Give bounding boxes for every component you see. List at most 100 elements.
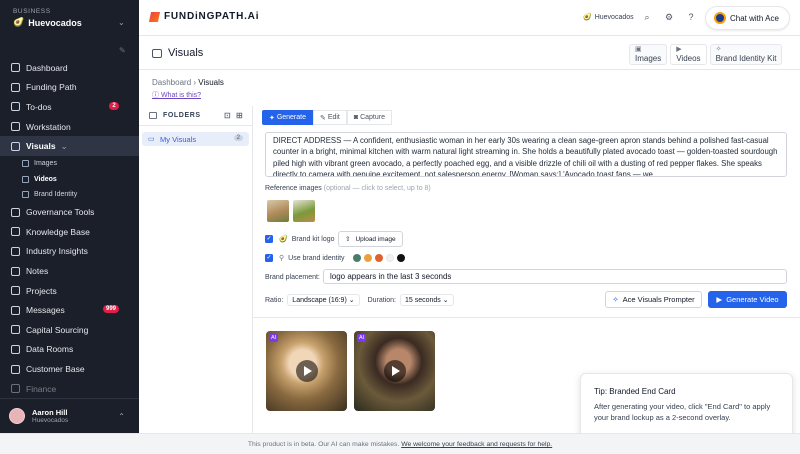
user-menu[interactable]: Aaron Hill Huevocados ⌃ — [0, 398, 139, 433]
user-name: Aaron Hill — [32, 408, 68, 417]
prompt-textarea[interactable]: DIRECT ADDRESS — A confident, enthusiast… — [265, 132, 787, 177]
notes-icon — [11, 266, 20, 276]
sidebar-item-workstation[interactable]: Workstation — [0, 117, 139, 137]
collapse-sidebar-icon[interactable]: ✎ — [119, 46, 126, 55]
tab-label: Generate — [276, 114, 306, 121]
ratio-label: Ratio: — [265, 296, 284, 304]
help-icon[interactable]: ? — [686, 12, 696, 22]
upload-label: Upload image — [355, 235, 396, 243]
folders-panel: FOLDERS ⊡ ⊞ ▭ My Visuals 2 — [139, 106, 253, 433]
prompter-label: Ace Visuals Prompter — [622, 295, 695, 304]
logo-mark-icon — [148, 11, 161, 22]
folder-item-my-visuals[interactable]: ▭ My Visuals 2 — [142, 132, 249, 146]
divider — [253, 317, 800, 318]
search-icon[interactable]: ⌕ — [642, 12, 652, 22]
sidebar-item-label: Workstation — [26, 121, 71, 132]
funding-path-icon — [11, 82, 20, 92]
sidebar-item-finance[interactable]: Finance — [0, 379, 139, 399]
logo[interactable]: FUNDiNGPATH.Ai — [148, 11, 260, 22]
sidebar-item-capital-sourcing[interactable]: Capital Sourcing — [0, 320, 139, 340]
sidebar-item-messages[interactable]: Messages 999 — [0, 300, 139, 320]
brand-logo-row: ✓ 🥑 Brand kit logo — [265, 235, 335, 243]
upload-image-button[interactable]: ⇧ Upload image — [338, 231, 403, 247]
sidebar-nav: Dashboard Funding Path To-dos 2 Workstati… — [0, 58, 139, 398]
folder-label: My Visuals — [160, 134, 197, 144]
logo-text: FUNDiNGPATH.Ai — [164, 11, 260, 22]
generate-video-button[interactable]: ▶ Generate Video — [708, 291, 787, 308]
video-icon: ▶ — [716, 295, 723, 304]
sidebar-item-label: Capital Sourcing — [26, 324, 89, 335]
upload-icon: ⇧ — [345, 236, 351, 243]
add-folder-icon[interactable]: ⊞ — [236, 111, 243, 120]
tab-capture[interactable]: ◙ Capture — [346, 110, 392, 125]
video-icon — [22, 175, 29, 183]
chat-with-ace-button[interactable]: Chat with Ace — [705, 6, 790, 30]
ai-badge: AI — [269, 334, 279, 342]
play-icon[interactable] — [384, 360, 406, 382]
image-icon — [152, 48, 162, 58]
video-thumbnail[interactable]: AI — [354, 331, 435, 411]
topbar-business-name: Huevocados — [594, 13, 634, 21]
governance-icon — [11, 207, 20, 217]
sidebar-item-dashboard[interactable]: Dashboard — [0, 58, 139, 78]
image-icon — [22, 160, 29, 168]
tab-generate[interactable]: ✦ Generate — [262, 110, 313, 125]
sidebar-subitem-videos[interactable]: Videos — [0, 171, 139, 187]
sidebar-item-governance-tools[interactable]: Governance Tools — [0, 202, 139, 222]
capital-icon — [11, 325, 20, 335]
chevron-up-icon: ⌃ — [118, 412, 125, 421]
insights-icon — [11, 246, 20, 256]
tab-edit[interactable]: ✎ Edit — [313, 110, 347, 125]
brand-color-swatch — [374, 254, 383, 262]
what-is-this-text: What is this? — [160, 92, 202, 99]
duration-select[interactable]: 15 seconds ⌄ — [400, 294, 454, 306]
brand-color-swatch — [396, 254, 405, 262]
sidebar-subitem-images[interactable]: Images — [0, 156, 139, 172]
video-settings-row: Ratio: Landscape (16:9) ⌄ Duration: 15 s… — [265, 294, 462, 306]
sidebar-item-label: Customer Base — [26, 364, 85, 375]
page-header: Visuals ▣ Images ▶ Videos ✧ Brand Identity … — [139, 36, 800, 70]
tab-videos[interactable]: ▶ Videos — [670, 44, 707, 65]
duration-label: Duration: — [367, 296, 396, 304]
reference-hint: (optional — click to select, up to 8) — [323, 185, 431, 192]
sidebar-item-funding-path[interactable]: Funding Path — [0, 78, 139, 98]
gear-icon[interactable]: ⚙ — [664, 12, 674, 22]
brand-placement-input[interactable]: logo appears in the last 3 seconds — [323, 269, 787, 284]
folder-icon: ▭ — [148, 136, 155, 143]
sidebar-item-label: Funding Path — [26, 82, 77, 93]
tab-images[interactable]: ▣ Images — [629, 44, 668, 65]
workstation-icon — [11, 122, 20, 132]
brand-color-swatch — [352, 254, 361, 262]
sidebar-item-industry-insights[interactable]: Industry Insights — [0, 242, 139, 262]
beta-footer: This product is in beta. Our AI can make… — [0, 433, 800, 454]
ratio-select[interactable]: Landscape (16:9) ⌄ — [287, 294, 360, 306]
tab-label: Capture — [360, 114, 385, 121]
business-label: BUSINESS — [13, 8, 51, 15]
edit-icon: ✎ — [320, 114, 328, 122]
brand-logo-label: Brand kit logo — [291, 235, 335, 243]
sidebar-item-data-rooms[interactable]: Data Rooms — [0, 340, 139, 360]
sidebar-subitem-brand-identity[interactable]: Brand Identity — [0, 187, 139, 203]
breadcrumb-dashboard[interactable]: Dashboard — [152, 78, 191, 87]
todos-count-badge: 2 — [109, 102, 119, 111]
reference-image-thumb[interactable] — [293, 200, 315, 222]
play-icon[interactable] — [296, 360, 318, 382]
sidebar-item-visuals[interactable]: Visuals ⌄ — [0, 136, 139, 156]
sidebar-item-todos[interactable]: To-dos 2 — [0, 97, 139, 117]
folder-import-icon[interactable]: ⊡ — [224, 111, 231, 120]
sparkle-icon: ✧ — [612, 295, 619, 304]
chevron-down-icon[interactable]: ⌄ — [118, 18, 125, 27]
ace-visuals-prompter-button[interactable]: ✧ Ace Visuals Prompter — [605, 291, 702, 308]
feedback-link[interactable]: We welcome your feedback and requests fo… — [401, 441, 552, 448]
business-switcher[interactable]: 🥑 Huevocados — [13, 17, 82, 28]
reference-image-thumb[interactable] — [267, 200, 289, 222]
tab-brand-identity-kit[interactable]: ✧ Brand Identity Kit — [709, 44, 783, 65]
brand-identity-checkbox[interactable]: ✓ — [265, 254, 273, 262]
sidebar-item-projects[interactable]: Projects — [0, 281, 139, 301]
video-thumbnail[interactable]: AI — [266, 331, 347, 411]
sidebar-item-notes[interactable]: Notes — [0, 261, 139, 281]
brand-logo-checkbox[interactable]: ✓ — [265, 235, 273, 243]
what-is-this-link[interactable]: ⓘ What is this? — [152, 90, 201, 100]
sidebar-item-knowledge-base[interactable]: Knowledge Base — [0, 222, 139, 242]
sidebar-item-customer-base[interactable]: Customer Base — [0, 359, 139, 379]
